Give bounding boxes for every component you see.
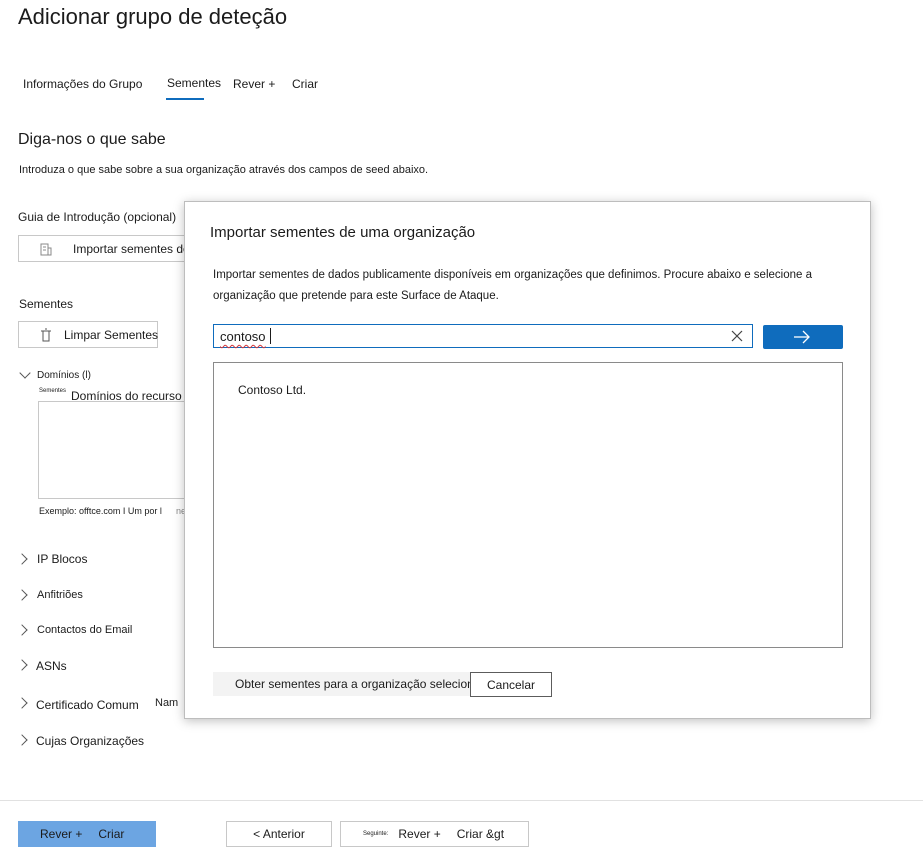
chevron-down-icon[interactable] (19, 367, 31, 379)
cancel-button[interactable]: Cancelar (470, 672, 552, 697)
building-icon (39, 242, 53, 256)
cancel-label: Cancelar (486, 677, 536, 692)
dialog-description: Importar sementes de dados publicamente … (213, 269, 812, 302)
tab-create[interactable]: Criar (292, 77, 318, 91)
page-title: Adicionar grupo de deteção (18, 4, 288, 29)
next-label-1: Rever + (398, 827, 441, 841)
search-value: contoso (220, 329, 266, 344)
chevron-right-icon[interactable] (16, 624, 28, 636)
section-email-contacts[interactable]: Contactos do Email (37, 624, 132, 636)
review-create-button[interactable]: Rever + Criar (18, 821, 156, 847)
active-tab-indicator (166, 98, 204, 100)
chevron-right-icon[interactable] (16, 589, 28, 601)
next-label-2: Criar &gt (456, 827, 505, 841)
next-tiny-label: Seguinte: (363, 831, 389, 837)
domains-example: Exemplo: offtce.com I Um por l (39, 506, 162, 516)
arrow-right-icon (793, 329, 811, 350)
dialog-title: Importar sementes de uma organização (210, 224, 476, 241)
section-asns[interactable]: ASNs (36, 659, 67, 673)
getting-started-label: Guia de Introdução (opcional) (18, 210, 177, 224)
get-seeds-label: Obter sementes para a organização seleci… (235, 677, 494, 691)
previous-button[interactable]: < Anterior (226, 821, 332, 847)
close-icon[interactable] (728, 327, 746, 345)
get-seeds-button[interactable]: Obter sementes para a organização seleci… (213, 672, 494, 696)
section-hosts[interactable]: Anfitriões (37, 589, 83, 601)
seeds-label: Sementes (19, 297, 74, 311)
section-heading: Diga-nos o que sabe (18, 131, 166, 148)
search-results-list: Contoso Ltd. (213, 362, 843, 648)
previous-label: < Anterior (253, 827, 305, 841)
certificate-extra-text: Nam (155, 697, 179, 709)
chevron-right-icon[interactable] (16, 697, 28, 709)
text-caret (270, 328, 271, 344)
trash-icon (39, 328, 53, 342)
section-ip-blocks[interactable]: IP Blocos (37, 552, 87, 566)
intro-text: Introduza o que sabe sobre a sua organiz… (19, 164, 429, 176)
import-seeds-dialog: Importar sementes de uma organização Imp… (184, 201, 871, 719)
chevron-right-icon[interactable] (16, 734, 28, 746)
tab-seeds[interactable]: Sementes (167, 76, 221, 90)
domains-textarea[interactable] (38, 401, 188, 499)
section-common-certificate[interactable]: Certificado Comum (36, 698, 139, 712)
clear-seeds-button[interactable]: Limpar Sementes (18, 321, 158, 348)
chevron-right-icon[interactable] (16, 553, 28, 565)
next-button[interactable]: Seguinte: Rever + Criar &gt (340, 821, 529, 847)
review-create-label-1: Rever + (40, 827, 83, 841)
domains-tiny-label: Sementes (39, 388, 67, 394)
review-create-label-2: Criar (98, 827, 125, 841)
section-whois-organizations[interactable]: Cujas Organizações (36, 734, 144, 748)
search-submit-button[interactable] (763, 325, 843, 349)
list-item[interactable]: Contoso Ltd. (238, 383, 306, 397)
tab-group-info[interactable]: Informações do Grupo (23, 77, 142, 91)
organization-search-input[interactable]: contoso (213, 324, 753, 348)
tab-review[interactable]: Rever + (233, 77, 275, 91)
clear-seeds-label: Limpar Sementes (64, 327, 159, 342)
import-seeds-label: Importar sementes de (73, 241, 190, 256)
domains-label: Domínios (l) (37, 370, 91, 381)
chevron-right-icon[interactable] (16, 659, 28, 671)
footer-divider (0, 800, 923, 801)
